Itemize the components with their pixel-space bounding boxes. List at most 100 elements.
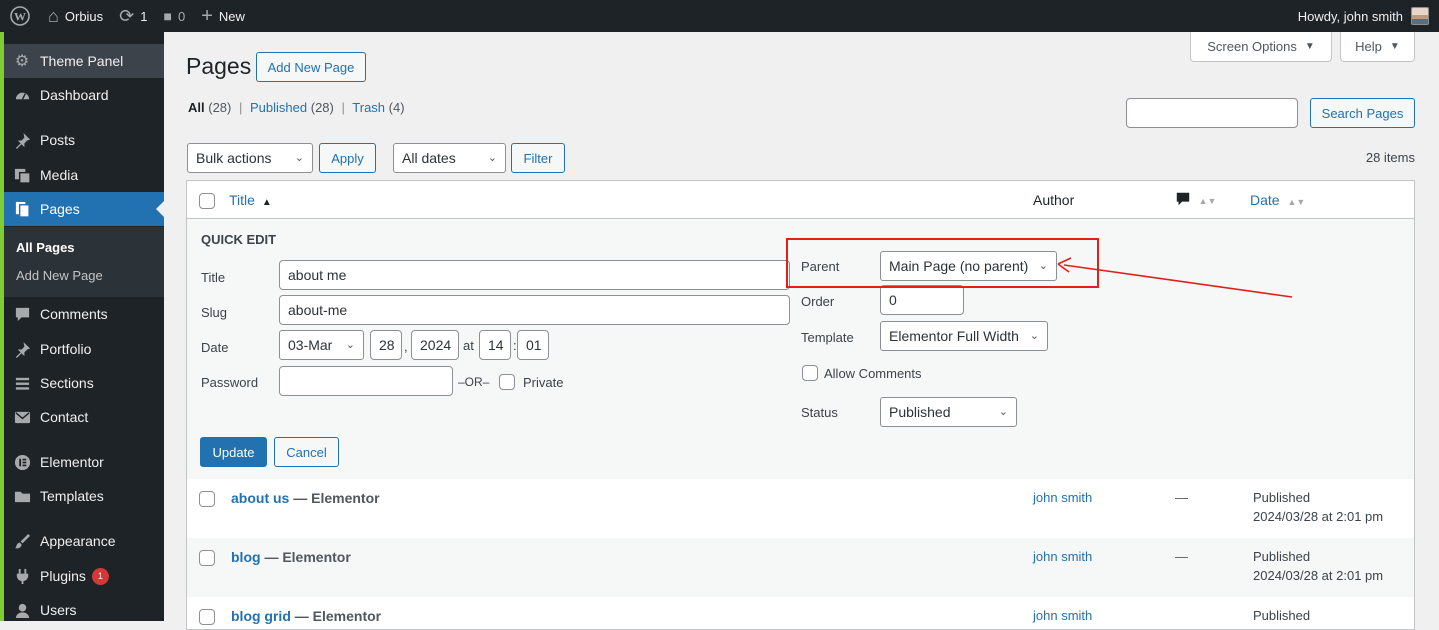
sidebar-item-label: Sections	[40, 375, 94, 391]
updates-link[interactable]: ⟳ 1	[111, 0, 155, 32]
sidebar-item-pages[interactable]: Pages	[4, 192, 164, 226]
row-title[interactable]: about us — Elementor	[231, 490, 380, 506]
password-field[interactable]	[279, 366, 453, 396]
row-checkbox[interactable]	[199, 491, 215, 507]
year-field[interactable]: 2024	[411, 330, 459, 360]
sidebar-item-label: Theme Panel	[40, 53, 124, 69]
apply-label: Apply	[331, 150, 364, 166]
row-checkbox[interactable]	[199, 550, 215, 566]
sidebar-item-portfolio[interactable]: Portfolio	[4, 332, 164, 366]
filter-button[interactable]: Filter	[511, 143, 565, 173]
sidebar-item-label: Portfolio	[40, 341, 92, 357]
filter-all-link[interactable]: All (28)	[188, 100, 231, 115]
column-comments-header[interactable]: ▲▼	[1175, 191, 1216, 210]
sidebar-item-label: Plugins	[40, 568, 86, 584]
column-title-label: Title	[229, 192, 255, 208]
search-pages-input[interactable]	[1126, 98, 1298, 128]
sidebar-item-theme-panel[interactable]: ⚙ Theme Panel	[4, 44, 164, 78]
column-date-header[interactable]: Date ▲▼	[1250, 192, 1305, 208]
column-date-label: Date	[1250, 192, 1280, 208]
new-content-link[interactable]: + New	[193, 0, 253, 32]
row-author[interactable]: john smith	[1033, 549, 1092, 564]
sidebar-item-label: Posts	[40, 132, 76, 148]
filter-all-label: All	[188, 100, 205, 115]
mail-icon	[12, 407, 32, 427]
sidebar-item-appearance[interactable]: Appearance	[4, 524, 164, 558]
month-select[interactable]: 03-Mar ⌄	[279, 330, 364, 360]
items-count: 28 items	[1365, 150, 1415, 165]
site-name-link[interactable]: ⌂ Orbius	[40, 0, 111, 32]
title-field[interactable]: about me	[279, 260, 790, 290]
sidebar-item-posts[interactable]: Posts	[4, 123, 164, 157]
filter-all-count: (28)	[208, 100, 232, 115]
date-filter-select[interactable]: All dates ⌄	[393, 143, 506, 173]
allow-comments-checkbox[interactable]	[802, 365, 818, 381]
submenu-add-new-page[interactable]: Add New Page	[16, 268, 103, 283]
submenu-all-pages[interactable]: All Pages	[16, 240, 75, 255]
update-button[interactable]: Update	[200, 437, 267, 467]
order-field[interactable]: 0	[880, 285, 964, 315]
status-select[interactable]: Published ⌄	[880, 397, 1017, 427]
sidebar-item-media[interactable]: Media	[4, 158, 164, 192]
sections-icon	[12, 373, 32, 393]
chevron-down-icon: ⌄	[998, 406, 1008, 418]
sidebar-item-plugins[interactable]: Plugins 1	[4, 559, 164, 593]
row-title[interactable]: blog grid — Elementor	[231, 608, 381, 624]
slug-field-label: Slug	[201, 305, 228, 320]
sidebar-item-dashboard[interactable]: Dashboard	[4, 78, 164, 112]
template-select[interactable]: Elementor Full Width ⌄	[880, 321, 1048, 351]
bulk-actions-select[interactable]: Bulk actions ⌄	[187, 143, 313, 173]
title-field-label: Title	[201, 270, 226, 285]
sidebar-item-elementor[interactable]: Elementor	[4, 445, 164, 479]
caret-down-icon: ▼	[1389, 41, 1400, 52]
row-status: Published	[1253, 490, 1311, 505]
comments-count: 0	[177, 8, 186, 24]
slug-field-value: about-me	[288, 302, 348, 318]
row-title[interactable]: blog — Elementor	[231, 549, 351, 565]
month-value: 03-Mar	[288, 337, 333, 353]
cancel-button[interactable]: Cancel	[274, 437, 339, 467]
screen-options-button[interactable]: Screen Options ▼	[1190, 32, 1332, 62]
search-pages-button[interactable]: Search Pages	[1310, 98, 1415, 128]
greeting: Howdy, john smith	[1297, 8, 1403, 24]
caret-down-icon: ▼	[1304, 41, 1315, 52]
date-comma: ,	[404, 339, 408, 354]
row-author[interactable]: john smith	[1033, 490, 1092, 505]
comments-link[interactable]: ■ 0	[156, 0, 194, 32]
apply-button[interactable]: Apply	[319, 143, 376, 173]
screen-options-label: Screen Options	[1207, 39, 1297, 54]
row-title-link: blog grid	[231, 608, 291, 624]
pages-icon	[12, 199, 32, 219]
filter-trash-link[interactable]: Trash (4)	[352, 100, 404, 115]
sidebar-item-label: Comments	[40, 306, 108, 322]
svg-text:W: W	[14, 10, 26, 24]
template-value: Elementor Full Width	[889, 328, 1019, 344]
row-checkbox[interactable]	[199, 609, 215, 625]
select-all-checkbox[interactable]	[199, 193, 215, 209]
sidebar-item-users[interactable]: Users	[4, 593, 164, 627]
at-label: at	[463, 338, 474, 353]
slug-field[interactable]: about-me	[279, 295, 790, 325]
column-title-header[interactable]: Title ▲	[229, 192, 272, 208]
sidebar-item-label: Dashboard	[40, 87, 109, 103]
hour-field[interactable]: 14	[479, 330, 511, 360]
day-field[interactable]: 28	[370, 330, 402, 360]
home-icon: ⌂	[48, 6, 59, 26]
help-button[interactable]: Help ▼	[1340, 32, 1415, 62]
my-account-link[interactable]: Howdy, john smith	[1290, 0, 1439, 32]
date-filter-value: All dates	[402, 150, 456, 166]
comment-icon	[1176, 192, 1190, 206]
filter-published-link[interactable]: Published (28)	[250, 100, 334, 115]
plus-icon: +	[201, 5, 213, 27]
sidebar-item-sections[interactable]: Sections	[4, 366, 164, 400]
sidebar-item-comments[interactable]: Comments	[4, 297, 164, 331]
private-checkbox[interactable]	[499, 374, 515, 390]
hour-value: 14	[488, 337, 504, 353]
sidebar-item-contact[interactable]: Contact	[4, 400, 164, 434]
annotation-highlight-box	[786, 238, 1099, 288]
minute-field[interactable]: 01	[517, 330, 549, 360]
wordpress-logo-icon[interactable]: W	[0, 0, 40, 32]
add-new-page-button[interactable]: Add New Page	[256, 52, 366, 82]
sidebar-item-templates[interactable]: Templates	[4, 479, 164, 513]
separator: |	[341, 100, 345, 115]
